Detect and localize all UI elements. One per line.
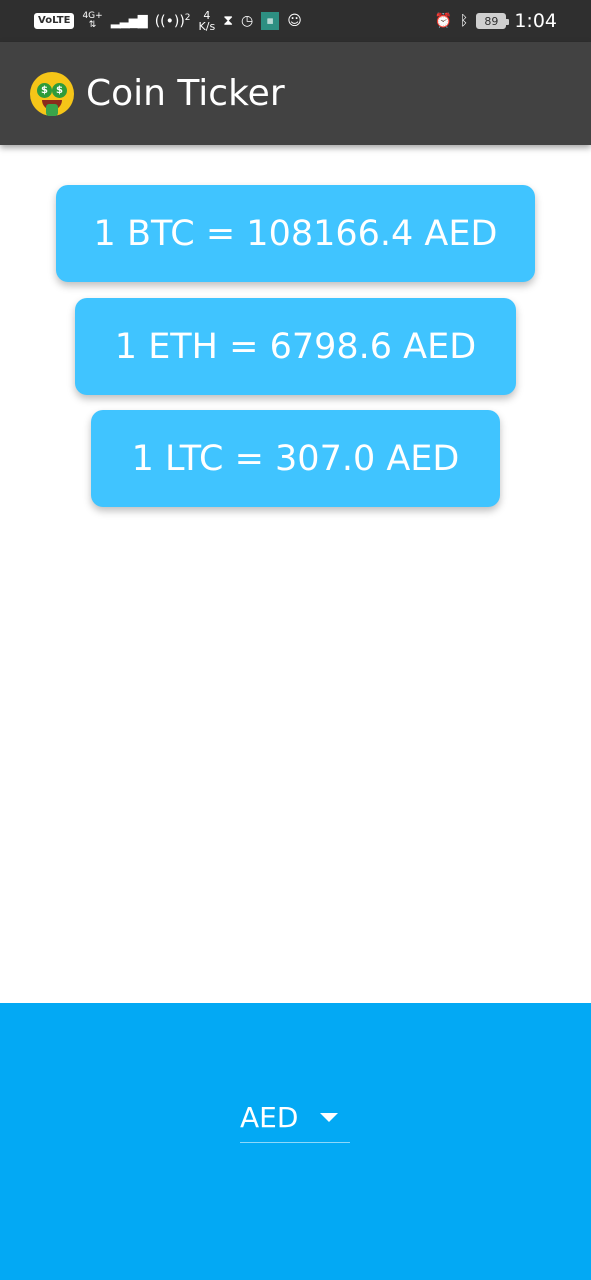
- currency-dropdown[interactable]: AED: [240, 1092, 350, 1143]
- hourglass-icon: ⧗: [223, 13, 234, 29]
- network-speed: 4 K/s: [199, 10, 216, 32]
- rate-text-ltc: 1 LTC = 307.0 AED: [131, 438, 460, 479]
- battery-icon: 89: [476, 13, 510, 29]
- alarm-small-icon: ◷: [241, 13, 254, 29]
- data-arrows-icon: ⇅: [88, 20, 97, 30]
- app-notification-icon: ▦: [261, 12, 280, 30]
- signal-icon: ▂▃▅▇: [110, 13, 148, 29]
- clock: 1:04: [514, 10, 557, 32]
- rate-card-ltc: 1 LTC = 307.0 AED: [91, 410, 500, 507]
- app-title: Coin Ticker: [86, 73, 285, 114]
- speed-unit: K/s: [198, 20, 216, 33]
- hotspot-icon: ((•))2: [154, 12, 191, 30]
- hotspot-count: 2: [184, 12, 191, 23]
- tongue-shape: [46, 104, 58, 116]
- rate-card-eth: 1 ETH = 6798.6 AED: [75, 298, 516, 395]
- dollar-eye-icon: $: [37, 83, 52, 98]
- volte-badge: VoLTE: [34, 13, 75, 29]
- bluetooth-icon: ᛒ: [459, 13, 469, 29]
- app-bar: $ $ Coin Ticker: [0, 42, 591, 145]
- rate-text-btc: 1 BTC = 108166.4 AED: [93, 213, 498, 254]
- status-right: ⏰ ᛒ 89 1:04: [434, 10, 557, 32]
- rate-text-eth: 1 ETH = 6798.6 AED: [114, 326, 477, 367]
- money-mouth-face-icon: $ $: [30, 72, 74, 116]
- status-bar: VoLTE 4G+ ⇅ ▂▃▅▇ ((•))2 4 K/s ⧗ ◷ ▦ ☺ ⏰ …: [0, 0, 591, 42]
- status-left: VoLTE 4G+ ⇅ ▂▃▅▇ ((•))2 4 K/s ⧗ ◷ ▦ ☺: [34, 10, 302, 32]
- battery-level: 89: [484, 14, 499, 28]
- alarm-icon: ⏰: [434, 13, 452, 29]
- dropdown-arrow-icon[interactable]: [320, 1112, 338, 1122]
- network-indicator: 4G+ ⇅: [82, 12, 102, 30]
- currency-selected-value: AED: [240, 1100, 299, 1134]
- smiley-icon: ☺: [287, 13, 302, 29]
- dollar-eye-icon: $: [52, 83, 67, 98]
- rate-card-btc: 1 BTC = 108166.4 AED: [56, 185, 535, 282]
